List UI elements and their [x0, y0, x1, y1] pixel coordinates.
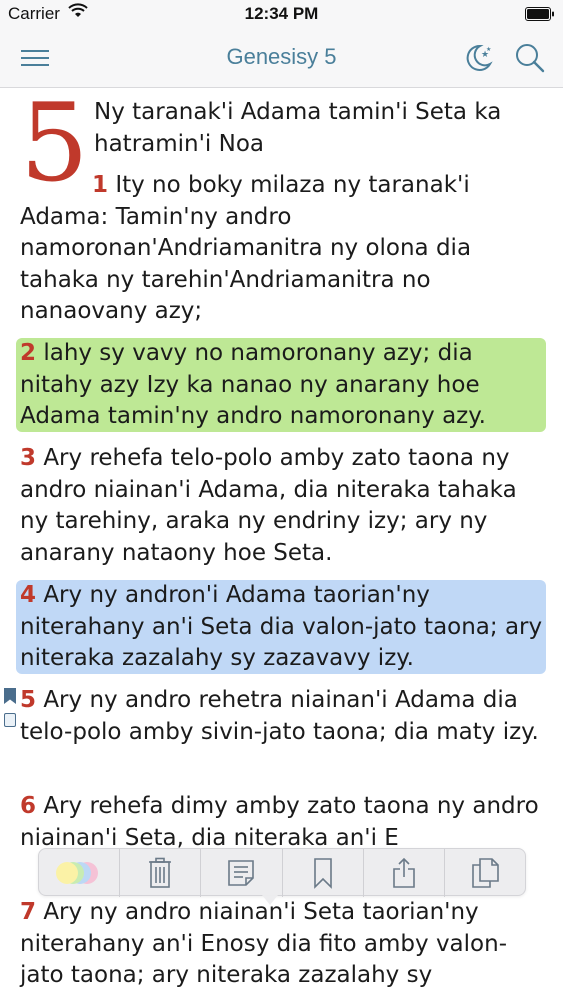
verse-number: 1: [92, 172, 109, 198]
verse[interactable]: 3 Ary rehefa telo-polo amby zato taona n…: [20, 443, 548, 569]
verse-text: Ity no boky milaza ny taranak'i Adama: T…: [20, 172, 472, 324]
note-marker-icon[interactable]: [4, 713, 16, 727]
verse-text: Ary rehefa telo-polo amby zato taona ny …: [20, 445, 517, 566]
verse[interactable]: 4 Ary ny andron'i Adama taorian'ny niter…: [20, 580, 548, 675]
verse[interactable]: 2 lahy sy vavy no namoronany azy; dia ni…: [20, 338, 548, 433]
verse-action-toolbar: [38, 848, 526, 897]
verse[interactable]: 1 Ity no boky milaza ny taranak'i Adama:…: [20, 170, 548, 328]
verse-number: 2: [20, 340, 37, 366]
search-icon[interactable]: [512, 40, 548, 76]
verse-text: Ary ny andro niainan'i Seta taorian'ny n…: [20, 899, 507, 988]
clock: 12:34 PM: [244, 4, 319, 23]
verse-number: 3: [20, 445, 37, 471]
verse-number: 5: [20, 687, 37, 713]
trash-icon: [149, 857, 172, 888]
note-icon: [228, 860, 255, 886]
verse-text: lahy sy vavy no namoronany azy; dia nita…: [20, 340, 486, 429]
delete-button[interactable]: [120, 849, 202, 897]
battery-icon: [525, 6, 555, 26]
verse-number: 4: [20, 582, 37, 608]
status-bar: Carrier 12:34 PM: [0, 0, 563, 28]
note-button[interactable]: [201, 849, 283, 897]
verse-text: Ary ny andron'i Adama taorian'ny niterah…: [20, 582, 543, 671]
moon-stars-icon[interactable]: ★ ★: [460, 40, 496, 76]
verse[interactable]: 6 Ary rehefa dimy amby zato taona ny and…: [20, 791, 548, 854]
share-button[interactable]: [364, 849, 445, 897]
color-swatch-icon: [56, 862, 99, 884]
copy-button[interactable]: [445, 849, 525, 897]
verse-text: Ary ny andro rehetra niainan'i Adama dia…: [20, 687, 539, 745]
hamburger-menu-icon[interactable]: [18, 44, 52, 72]
bookmark-icon: [313, 858, 332, 889]
verse-number: 6: [20, 793, 37, 819]
verse-text: Ary rehefa dimy amby zato taona ny andro…: [20, 793, 539, 851]
verse[interactable]: 5 Ary ny andro rehetra niainan'i Adama d…: [20, 685, 548, 748]
bookmark-button[interactable]: [283, 849, 364, 897]
color-picker-button[interactable]: [39, 849, 121, 897]
share-icon: [392, 857, 415, 888]
navigation-bar: Genesisy 5 ★ ★: [0, 28, 563, 88]
svg-text:★: ★: [486, 46, 491, 53]
verse-number: 7: [20, 899, 37, 925]
verse[interactable]: 7 Ary ny andro niainan'i Seta taorian'ny…: [20, 897, 548, 992]
copy-icon: [472, 858, 499, 888]
chapter-heading: Ny taranak'i Adama tamin'i Seta ka hatra…: [94, 99, 502, 157]
